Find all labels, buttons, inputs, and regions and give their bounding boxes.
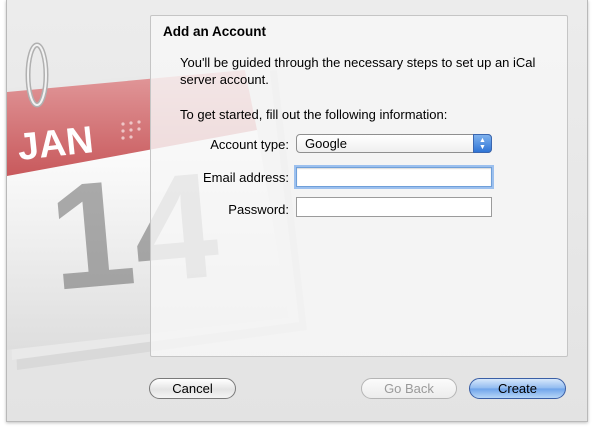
password-input[interactable] — [297, 198, 491, 216]
create-button[interactable]: Create — [469, 378, 566, 399]
email-label: Email address: — [203, 170, 289, 185]
add-account-sheet: JAN 14 Add an Account You'll be guided t… — [6, 0, 588, 422]
account-setup-panel: Add an Account You'll be guided through … — [150, 15, 568, 357]
account-type-value: Google — [305, 136, 347, 151]
instruction-text: To get started, fill out the following i… — [180, 107, 448, 122]
password-label: Password: — [228, 202, 289, 217]
go-back-button[interactable]: Go Back — [361, 378, 457, 399]
intro-text: You'll be guided through the necessary s… — [180, 55, 536, 87]
panel-title: Add an Account — [163, 24, 266, 39]
popup-arrows-icon: ▲ ▼ — [473, 134, 492, 153]
account-type-label: Account type: — [210, 137, 289, 152]
email-field[interactable] — [296, 167, 492, 187]
password-field[interactable] — [296, 197, 492, 217]
email-input[interactable] — [297, 168, 491, 186]
cancel-button[interactable]: Cancel — [149, 378, 236, 399]
account-type-popup[interactable]: Google ▲ ▼ — [296, 134, 492, 153]
